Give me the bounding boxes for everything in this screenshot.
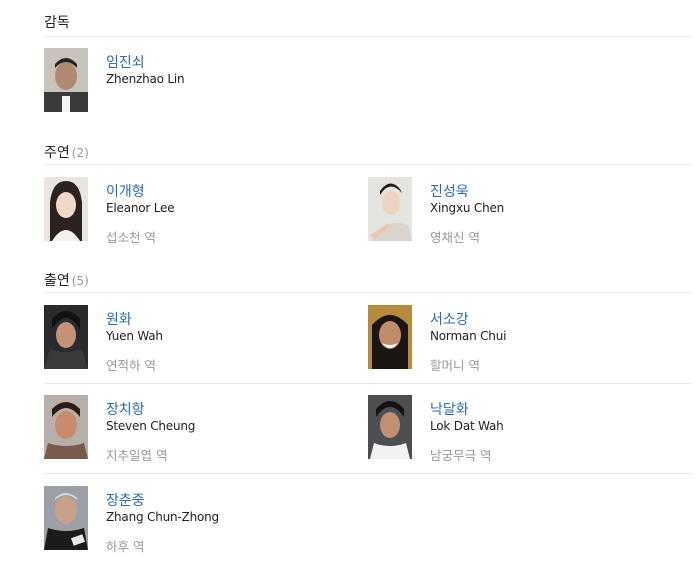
person-korean-name[interactable]: 낙달화 (430, 399, 469, 419)
person-korean-name[interactable]: 이개형 (106, 181, 145, 201)
person-english-name: Eleanor Lee (106, 201, 175, 215)
section-count: (5) (71, 274, 89, 288)
section-title-director: 감독 (44, 12, 70, 32)
person-english-name: Yuen Wah (106, 329, 163, 343)
person-english-name: Steven Cheung (106, 419, 196, 433)
section-title-label: 감독 (44, 15, 70, 31)
person-photo[interactable] (368, 305, 412, 369)
person-korean-name[interactable]: 진성욱 (430, 181, 469, 201)
person-korean-name[interactable]: 임진쇠 (106, 52, 145, 72)
divider (44, 383, 692, 384)
person-role: 연적하 역 (106, 358, 156, 373)
person-photo[interactable] (44, 177, 88, 241)
person-role: 영채신 역 (430, 230, 480, 245)
person-english-name: Norman Chui (430, 329, 507, 343)
cast-card[interactable]: 이개형 Eleanor Lee 섭소천 역 (44, 177, 344, 245)
section-title-label: 출연 (44, 273, 70, 289)
cast-card[interactable]: 원화 Yuen Wah 연적하 역 (44, 305, 344, 373)
cast-card[interactable]: 진성욱 Xingxu Chen 영채신 역 (368, 177, 668, 245)
person-photo[interactable] (44, 486, 88, 550)
cast-card[interactable]: 서소강 Norman Chui 할머니 역 (368, 305, 668, 373)
person-role: 하후 역 (106, 539, 145, 554)
person-role: 지추일엽 역 (106, 448, 168, 463)
person-role: 섭소천 역 (106, 230, 156, 245)
person-korean-name[interactable]: 원화 (106, 309, 132, 329)
person-photo[interactable] (368, 395, 412, 459)
cast-card[interactable]: 장치항 Steven Cheung 지추일엽 역 (44, 395, 344, 463)
divider (44, 473, 692, 474)
cast-card[interactable]: 낙달화 Lok Dat Wah 남궁무극 역 (368, 395, 668, 463)
section-title-label: 주연 (44, 145, 70, 161)
person-photo[interactable] (44, 48, 88, 112)
cast-card[interactable]: 장춘중 Zhang Chun-Zhong 하후 역 (44, 486, 344, 554)
divider (44, 292, 692, 293)
person-english-name: Lok Dat Wah (430, 419, 504, 433)
section-title-lead: 주연 (2) (44, 142, 89, 162)
person-korean-name[interactable]: 장춘중 (106, 490, 145, 510)
person-role: 남궁무극 역 (430, 448, 492, 463)
section-count: (2) (71, 146, 89, 160)
section-title-support: 출연 (5) (44, 270, 89, 290)
person-english-name: Zhang Chun-Zhong (106, 510, 219, 524)
person-photo[interactable] (368, 177, 412, 241)
divider (44, 164, 692, 165)
divider (44, 36, 692, 37)
person-korean-name[interactable]: 서소강 (430, 309, 469, 329)
person-role: 할머니 역 (430, 358, 480, 373)
person-english-name: Xingxu Chen (430, 201, 505, 215)
person-english-name: Zhenzhao Lin (106, 72, 185, 86)
person-photo[interactable] (44, 305, 88, 369)
cast-card-director[interactable]: 임진쇠 Zhenzhao Lin (44, 48, 344, 114)
person-photo[interactable] (44, 395, 88, 459)
person-korean-name[interactable]: 장치항 (106, 399, 145, 419)
